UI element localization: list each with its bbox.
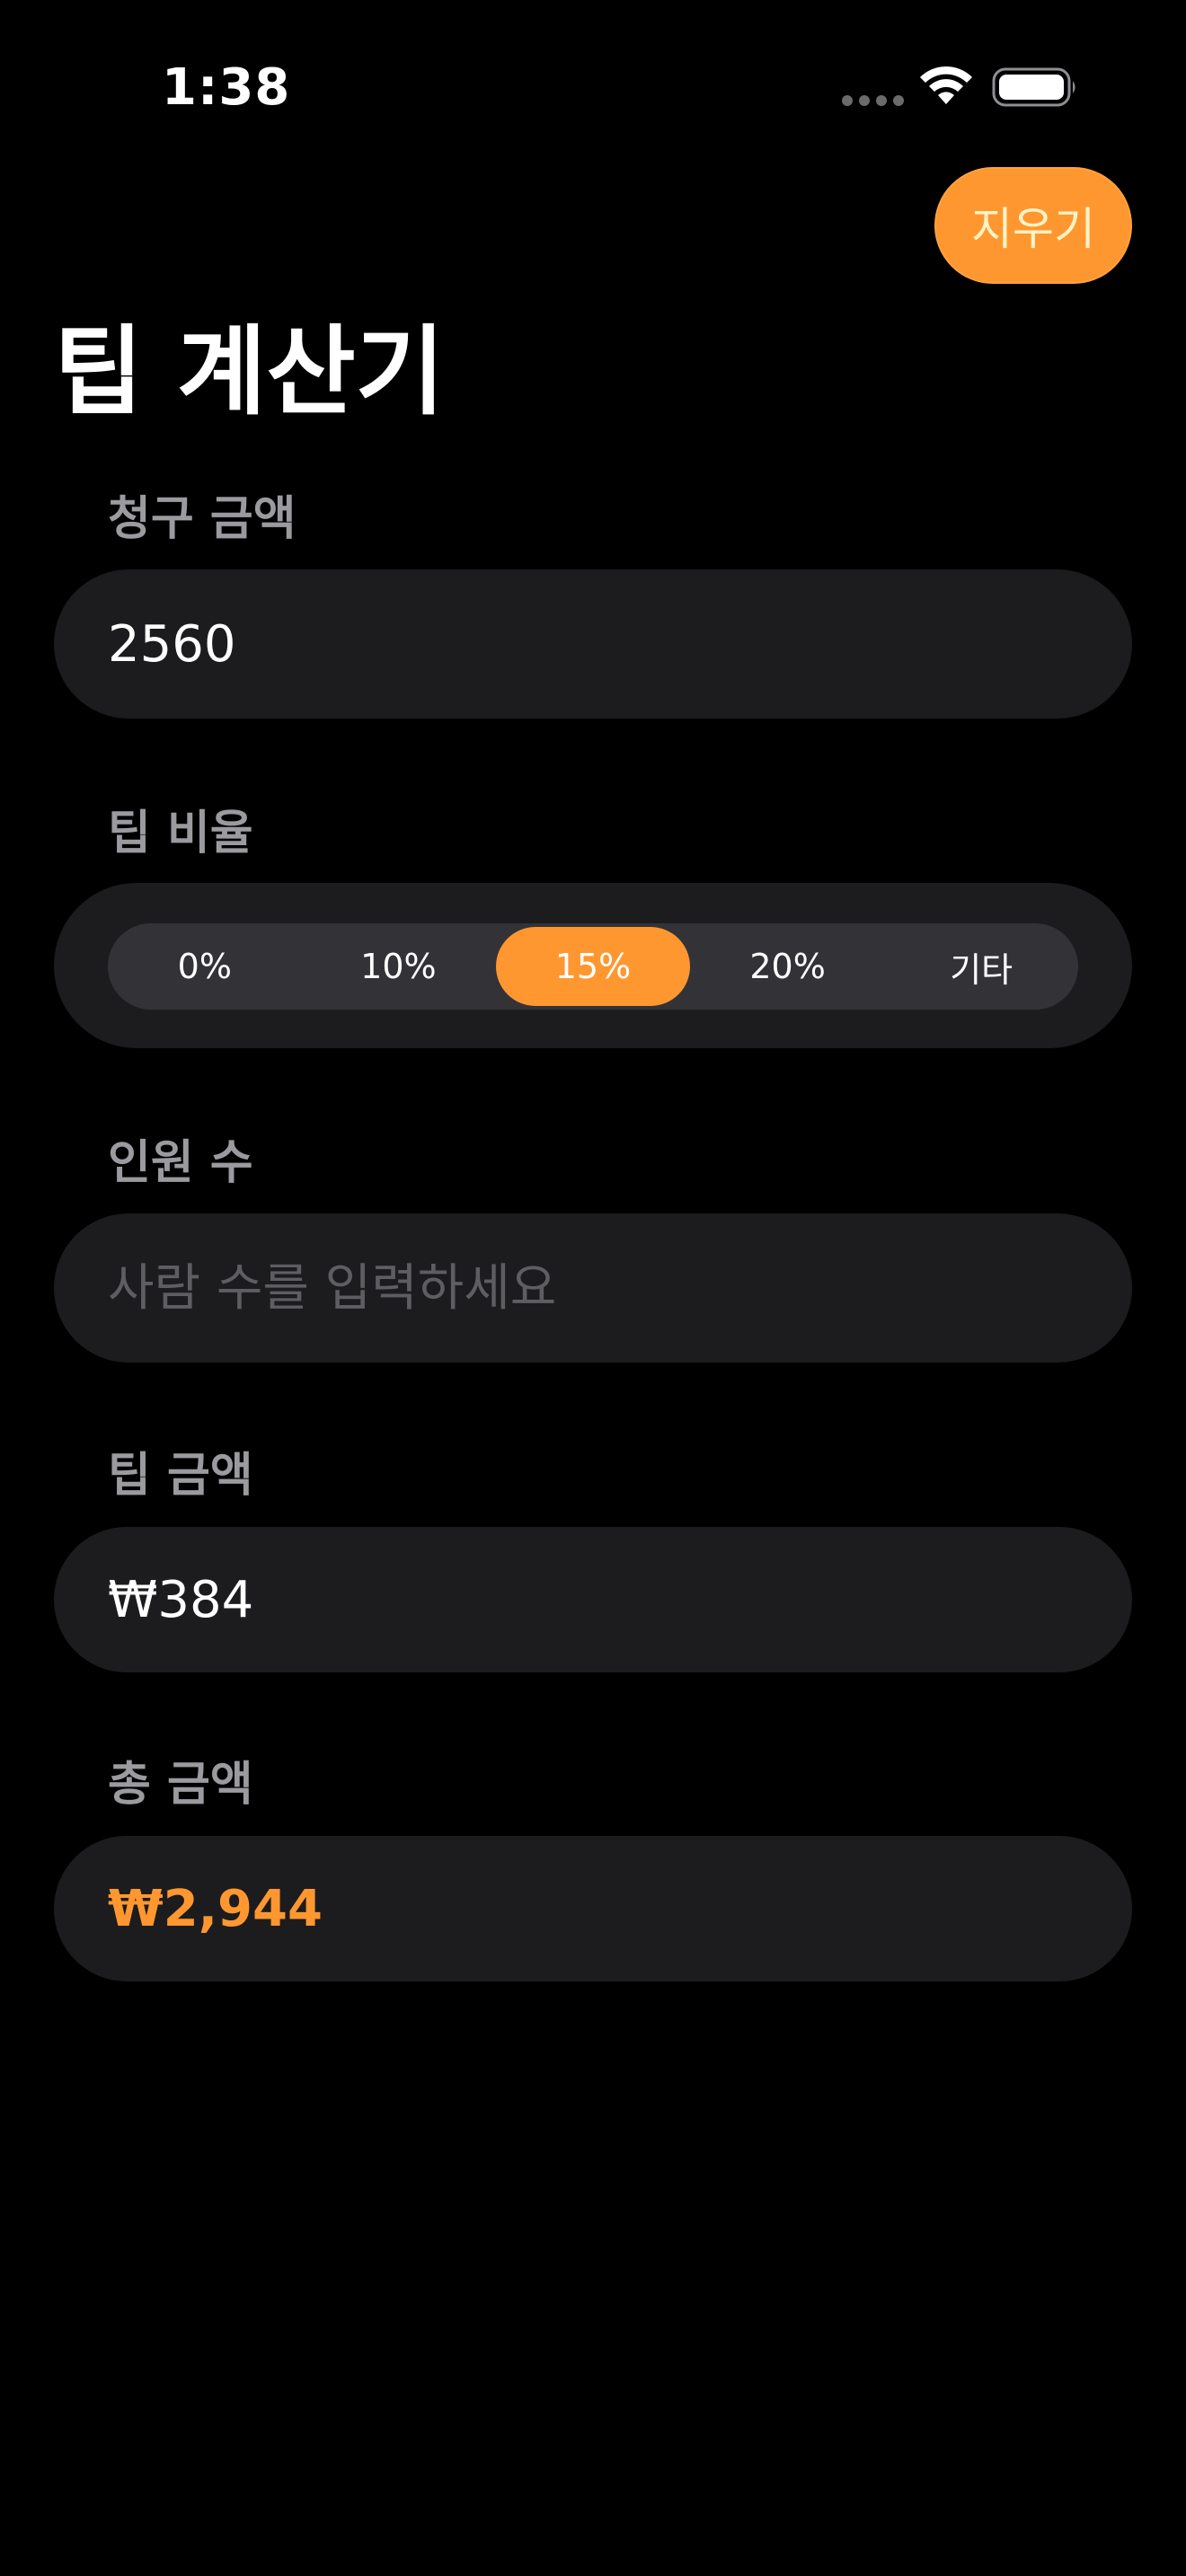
people-count-field-container [54, 1213, 1132, 1363]
total-amount-label: 총 금액 [108, 1758, 253, 1812]
page-title: 팁 계산기 [54, 316, 446, 428]
tip-rate-label: 팁 비율 [108, 807, 253, 860]
bill-amount-label: 청구 금액 [108, 492, 296, 546]
people-count-label: 인원 수 [108, 1136, 253, 1190]
status-time: 1:38 [162, 58, 291, 117]
total-amount-field: ₩2,944 [54, 1836, 1132, 1981]
status-bar: 1:38 [0, 0, 1186, 135]
tip-option-0[interactable]: 0% [108, 927, 302, 1006]
total-amount-value: ₩2,944 [108, 1879, 323, 1938]
people-count-input[interactable] [108, 1213, 1078, 1363]
tip-rate-container: 0% 10% 15% 20% 기타 [54, 883, 1132, 1048]
tip-amount-value: ₩384 [108, 1570, 254, 1629]
wifi-icon [920, 66, 972, 104]
tip-rate-segmented-control: 0% 10% 15% 20% 기타 [108, 923, 1078, 1010]
tip-amount-label: 팁 금액 [108, 1449, 253, 1503]
tip-amount-field: ₩384 [54, 1527, 1132, 1672]
tip-option-custom[interactable]: 기타 [884, 927, 1078, 1006]
tip-option-10[interactable]: 10% [302, 927, 496, 1006]
bill-amount-input[interactable] [108, 569, 1078, 719]
tip-option-15[interactable]: 15% [496, 927, 690, 1006]
tip-option-20[interactable]: 20% [691, 927, 885, 1006]
cellular-signal-icon [842, 95, 904, 106]
bill-amount-field-container [54, 569, 1132, 719]
battery-icon [992, 67, 1075, 107]
clear-button[interactable]: 지우기 [934, 167, 1132, 284]
